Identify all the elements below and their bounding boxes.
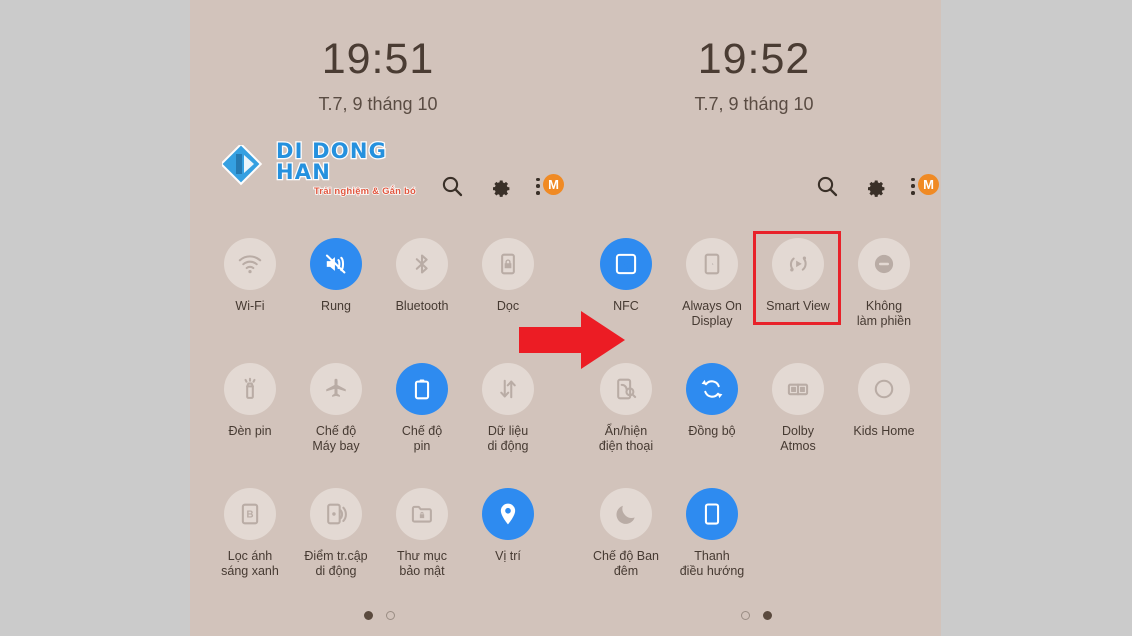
quick-settings-grid-left: Wi-Fi Rung Bluetooth Dọc Đèn pin Chế độ Máy ba… [207,238,551,613]
gear-icon[interactable] [863,174,887,198]
quick-setting-tile-loc-anh-sang-xanh[interactable]: B Lọc ánh sáng xanh [207,488,293,613]
tile-label: Dữ liệu di động [487,424,529,453]
tile-label: Đèn pin [228,424,272,438]
quick-setting-tile-che-do-pin[interactable]: Chế độ pin [379,363,465,488]
clock-left: 19:51 T.7, 9 tháng 10 [190,38,566,115]
always-on-display-icon[interactable] [686,238,738,290]
page-dots-right[interactable] [741,611,772,620]
power-saving-icon[interactable] [396,363,448,415]
tile-label: Kids Home [853,424,915,438]
tile-label: Không làm phiền [856,299,912,328]
menu-badge: M [543,174,564,195]
red-arrow-annotation [519,311,625,369]
clock-time: 19:52 [697,35,811,83]
quick-setting-tile-thanh-dieu-huong[interactable]: Thanh điều hướng [669,488,755,613]
nfc-icon[interactable] [600,238,652,290]
tile-label: Bluetooth [395,299,449,313]
quick-setting-tile-diem-tr-cap-di-dong[interactable]: Điểm tr.cập di động [293,488,379,613]
night-mode-moon-icon[interactable] [600,488,652,540]
quick-setting-tile-du-lieu-di-dong[interactable]: Dữ liệu di động [465,363,551,488]
page-dot[interactable] [386,611,395,620]
quick-setting-tile-an-hien-dien-thoai[interactable]: Ẩn/hiện điện thoại [583,363,669,488]
wifi-icon[interactable] [224,238,276,290]
hotspot-icon[interactable] [310,488,362,540]
gear-icon[interactable] [488,174,512,198]
smart-view-highlight-box [753,231,841,325]
quick-setting-tile-khong-lam-phien[interactable]: Không làm phiền [841,238,927,363]
search-icon[interactable] [440,174,464,198]
overflow-menu-button[interactable]: M [911,174,939,198]
quick-setting-tile-dong-bo[interactable]: Đồng bộ [669,363,755,488]
quick-setting-tile-wi-fi[interactable]: Wi-Fi [207,238,293,363]
quick-setting-tile-dolby-atmos[interactable]: Dolby Atmos [755,363,841,488]
rotation-lock-icon[interactable] [482,238,534,290]
three-dots-menu-icon [911,177,915,195]
watermark-title: DI DONG HAN [275,139,388,185]
page-dot[interactable] [364,611,373,620]
tile-label: Vị trí [495,549,521,563]
quick-setting-tile-kids-home[interactable]: Kids Home [841,363,927,488]
navigation-bar-icon[interactable] [686,488,738,540]
clock-date: T.7, 9 tháng 10 [694,94,814,114]
diamond-logo-icon [222,145,263,186]
page-dot[interactable] [763,611,772,620]
quick-setting-tile-che-do-may-bay[interactable]: Chế độ Máy bay [293,363,379,488]
tile-label: Thanh điều hướng [679,549,745,578]
watermark-logo: DI DONG HAN Trải nghiệm & Gắn bó [222,139,418,198]
flashlight-icon[interactable] [224,363,276,415]
clock-time: 19:51 [321,35,435,83]
quick-setting-tile-che-do-ban-dem[interactable]: Chế độ Ban đêm [583,488,669,613]
page-dots-left[interactable] [364,611,395,620]
clock-right: 19:52 T.7, 9 tháng 10 [566,38,942,115]
quick-setting-tile-always-on-display[interactable]: Always On Display [669,238,755,363]
airplane-icon[interactable] [310,363,362,415]
tile-label: Lọc ánh sáng xanh [221,549,279,578]
tile-label: Chế độ Máy bay [312,424,360,453]
watermark-subtitle: Trải nghiệm & Gắn bó [313,186,417,198]
header-icons-left: M [440,174,564,198]
tile-label: Chế độ pin [401,424,443,453]
menu-badge: M [918,174,939,195]
do-not-disturb-icon[interactable] [858,238,910,290]
tile-label: Dolby Atmos [780,424,816,453]
dolby-atmos-icon[interactable] [772,363,824,415]
page-dot[interactable] [741,611,750,620]
vibrate-icon[interactable] [310,238,362,290]
quick-setting-tile-bluetooth[interactable]: Bluetooth [379,238,465,363]
kids-home-icon[interactable] [858,363,910,415]
three-dots-menu-icon [536,177,540,195]
tile-label: Điểm tr.cập di động [304,549,368,578]
tile-label: Rung [321,299,351,313]
clock-date: T.7, 9 tháng 10 [318,94,438,114]
quick-setting-tile-den-pin[interactable]: Đèn pin [207,363,293,488]
quick-setting-tile-vi-tri[interactable]: Vị trí [465,488,551,613]
svg-text:B: B [246,510,253,521]
tile-label: Always On Display [682,299,742,328]
location-pin-icon[interactable] [482,488,534,540]
secure-folder-icon[interactable] [396,488,448,540]
tile-label: Đồng bộ [688,424,736,438]
blue-light-filter-icon[interactable]: B [224,488,276,540]
tile-label: Wi-Fi [235,299,265,313]
tile-label: Ẩn/hiện điện thoại [598,424,654,453]
bluetooth-icon[interactable] [396,238,448,290]
overflow-menu-button[interactable]: M [536,174,564,198]
quick-setting-tile-thu-muc-bao-mat[interactable]: Thư mục bảo mật [379,488,465,613]
sync-icon[interactable] [686,363,738,415]
header-icons-right: M [815,174,939,198]
screenshot-stage: 19:51 T.7, 9 tháng 10 DI DONG HAN Trải n… [0,0,1132,636]
quick-setting-tile-rung[interactable]: Rung [293,238,379,363]
search-icon[interactable] [815,174,839,198]
tile-label: Chế độ Ban đêm [592,549,660,578]
tile-label: Thư mục bảo mật [396,549,448,578]
